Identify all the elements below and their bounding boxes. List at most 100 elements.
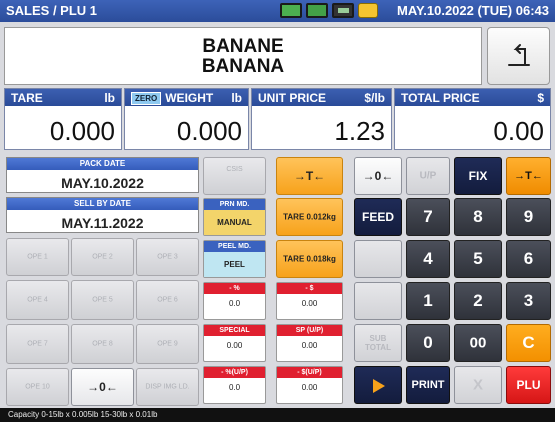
key-9[interactable]: 9: [506, 198, 551, 236]
ope6-button[interactable]: OPE 6: [136, 280, 199, 320]
key-6[interactable]: 6: [506, 240, 551, 278]
dollar-up-discount-label: - $(U/P): [277, 367, 342, 378]
tare-key-button[interactable]: →T←: [276, 157, 343, 195]
key-7[interactable]: 7: [406, 198, 450, 236]
clear-key[interactable]: C: [506, 324, 551, 362]
blank-key-1[interactable]: [354, 240, 402, 278]
ope9-label: OPE 9: [157, 340, 178, 348]
tare-key[interactable]: →T←: [506, 157, 551, 195]
screen-title: SALES / PLU 1: [6, 3, 98, 18]
subtotal-line2: TOTAL: [365, 343, 391, 352]
ope5-button[interactable]: OPE 5: [71, 280, 134, 320]
ope2-button[interactable]: OPE 2: [71, 238, 134, 276]
subtotal-line1: SUB: [369, 334, 387, 343]
ope6-label: OPE 6: [157, 296, 178, 304]
dollar-discount-field[interactable]: - $ 0.00: [276, 282, 343, 320]
play-key[interactable]: [354, 366, 402, 404]
tare-unit: lb: [104, 91, 115, 105]
plug-icon: [358, 3, 378, 18]
key-3[interactable]: 3: [506, 282, 551, 320]
unit-price-key[interactable]: U/P: [406, 157, 450, 195]
sell-by-date-value: MAY.11.2022: [61, 215, 144, 231]
ope5-label: OPE 5: [92, 296, 113, 304]
zero-set-button[interactable]: →0←: [71, 368, 134, 406]
ope4-button[interactable]: OPE 4: [6, 280, 69, 320]
feed-key[interactable]: FEED: [354, 198, 402, 236]
print-key-label: PRINT: [411, 379, 445, 391]
csis-button[interactable]: CSIS: [203, 157, 266, 195]
zero-badge: ZERO: [131, 92, 162, 105]
total-price-label: TOTAL PRICE: [401, 91, 480, 105]
tare-preset-1-button[interactable]: TARE 0.012kg: [276, 198, 343, 236]
ope9-button[interactable]: OPE 9: [136, 324, 199, 364]
key-4[interactable]: 4: [406, 240, 450, 278]
dollar-discount-value: 0.00: [301, 299, 318, 308]
plu-key[interactable]: PLU: [506, 366, 551, 404]
zero-set-icon: →0←: [87, 380, 118, 394]
pack-date-field[interactable]: PACK DATE MAY.10.2022: [6, 157, 199, 193]
weight-label: WEIGHT: [165, 91, 214, 105]
total-price-value: 0.00: [493, 116, 544, 146]
special-price-label: SPECIAL: [204, 325, 265, 336]
key-2-label: 2: [473, 291, 483, 310]
key-6-label: 6: [523, 249, 534, 268]
key-1[interactable]: 1: [406, 282, 450, 320]
battery-icon: [332, 3, 354, 18]
key-5[interactable]: 5: [454, 240, 502, 278]
percent-up-discount-field[interactable]: - %(U/P) 0.0: [203, 366, 266, 404]
sp-up-field[interactable]: SP (U/P) 0.00: [276, 324, 343, 362]
print-key[interactable]: PRINT: [406, 366, 450, 404]
ope1-button[interactable]: OPE 1: [6, 238, 69, 276]
multiply-key-label: X: [472, 376, 483, 394]
item-name-display: BANANE BANANA: [4, 27, 482, 85]
feed-key-label: FEED: [361, 210, 394, 224]
tare-preset-1-label: TARE 0.012kg: [283, 212, 336, 222]
disp-img-ld-button[interactable]: DISP IMG LD.: [136, 368, 199, 406]
pack-date-label: PACK DATE: [7, 158, 198, 170]
weight-value: 0.000: [176, 116, 242, 146]
scale-screen: SALES / PLU 1 MAY.10.2022 (TUE) 06:43 BA…: [0, 0, 555, 422]
ope8-button[interactable]: OPE 8: [71, 324, 134, 364]
unit-price-value: 1.23: [334, 116, 385, 146]
fix-key[interactable]: FIX: [454, 157, 502, 195]
csis-label: CSIS: [226, 166, 243, 173]
dollar-up-discount-value: 0.00: [301, 383, 318, 392]
print-mode-value: MANUAL: [204, 210, 265, 235]
date-time: MAY.10.2022 (TUE) 06:43: [397, 3, 549, 18]
total-price-display: TOTAL PRICE $ 0.00: [394, 88, 551, 150]
peel-mode-value: PEEL: [204, 252, 265, 277]
display-status-icon: [306, 3, 328, 18]
ope10-button[interactable]: OPE 10: [6, 368, 69, 406]
ope7-button[interactable]: OPE 7: [6, 324, 69, 364]
ope3-button[interactable]: OPE 3: [136, 238, 199, 276]
back-button[interactable]: [487, 27, 550, 85]
key-3-label: 3: [523, 291, 534, 310]
dollar-up-discount-field[interactable]: - $(U/P) 0.00: [276, 366, 343, 404]
peel-mode-field[interactable]: PEEL MD. PEEL: [203, 240, 266, 278]
multiply-key[interactable]: X: [454, 366, 502, 404]
unit-price-key-label: U/P: [419, 170, 437, 182]
tare-key-icon: →T←: [514, 170, 543, 182]
percent-up-discount-value: 0.0: [228, 383, 241, 392]
key-0[interactable]: 0: [406, 324, 450, 362]
percent-discount-field[interactable]: - % 0.0: [203, 282, 266, 320]
plu-key-label: PLU: [516, 378, 541, 392]
ope2-label: OPE 2: [92, 253, 113, 261]
key-00[interactable]: 00: [454, 324, 502, 362]
special-price-field[interactable]: SPECIAL 0.00: [203, 324, 266, 362]
key-2[interactable]: 2: [454, 282, 502, 320]
print-mode-field[interactable]: PRN MD. MANUAL: [203, 198, 266, 236]
status-icons: [280, 3, 378, 18]
ope1-label: OPE 1: [27, 253, 48, 261]
zero-arrow-icon: →0←: [362, 169, 394, 183]
zero-key[interactable]: →0←: [354, 157, 402, 195]
ope7-label: OPE 7: [27, 340, 48, 348]
sell-by-date-field[interactable]: SELL BY DATE MAY.11.2022: [6, 197, 199, 233]
sp-up-value: 0.00: [301, 341, 318, 350]
subtotal-key[interactable]: SUB TOTAL: [354, 324, 402, 362]
key-8-label: 8: [473, 207, 483, 226]
blank-key-2[interactable]: [354, 282, 402, 320]
tare-preset-2-button[interactable]: TARE 0.018kg: [276, 240, 343, 278]
weight-display: ZERO WEIGHT lb 0.000: [124, 88, 249, 150]
key-8[interactable]: 8: [454, 198, 502, 236]
